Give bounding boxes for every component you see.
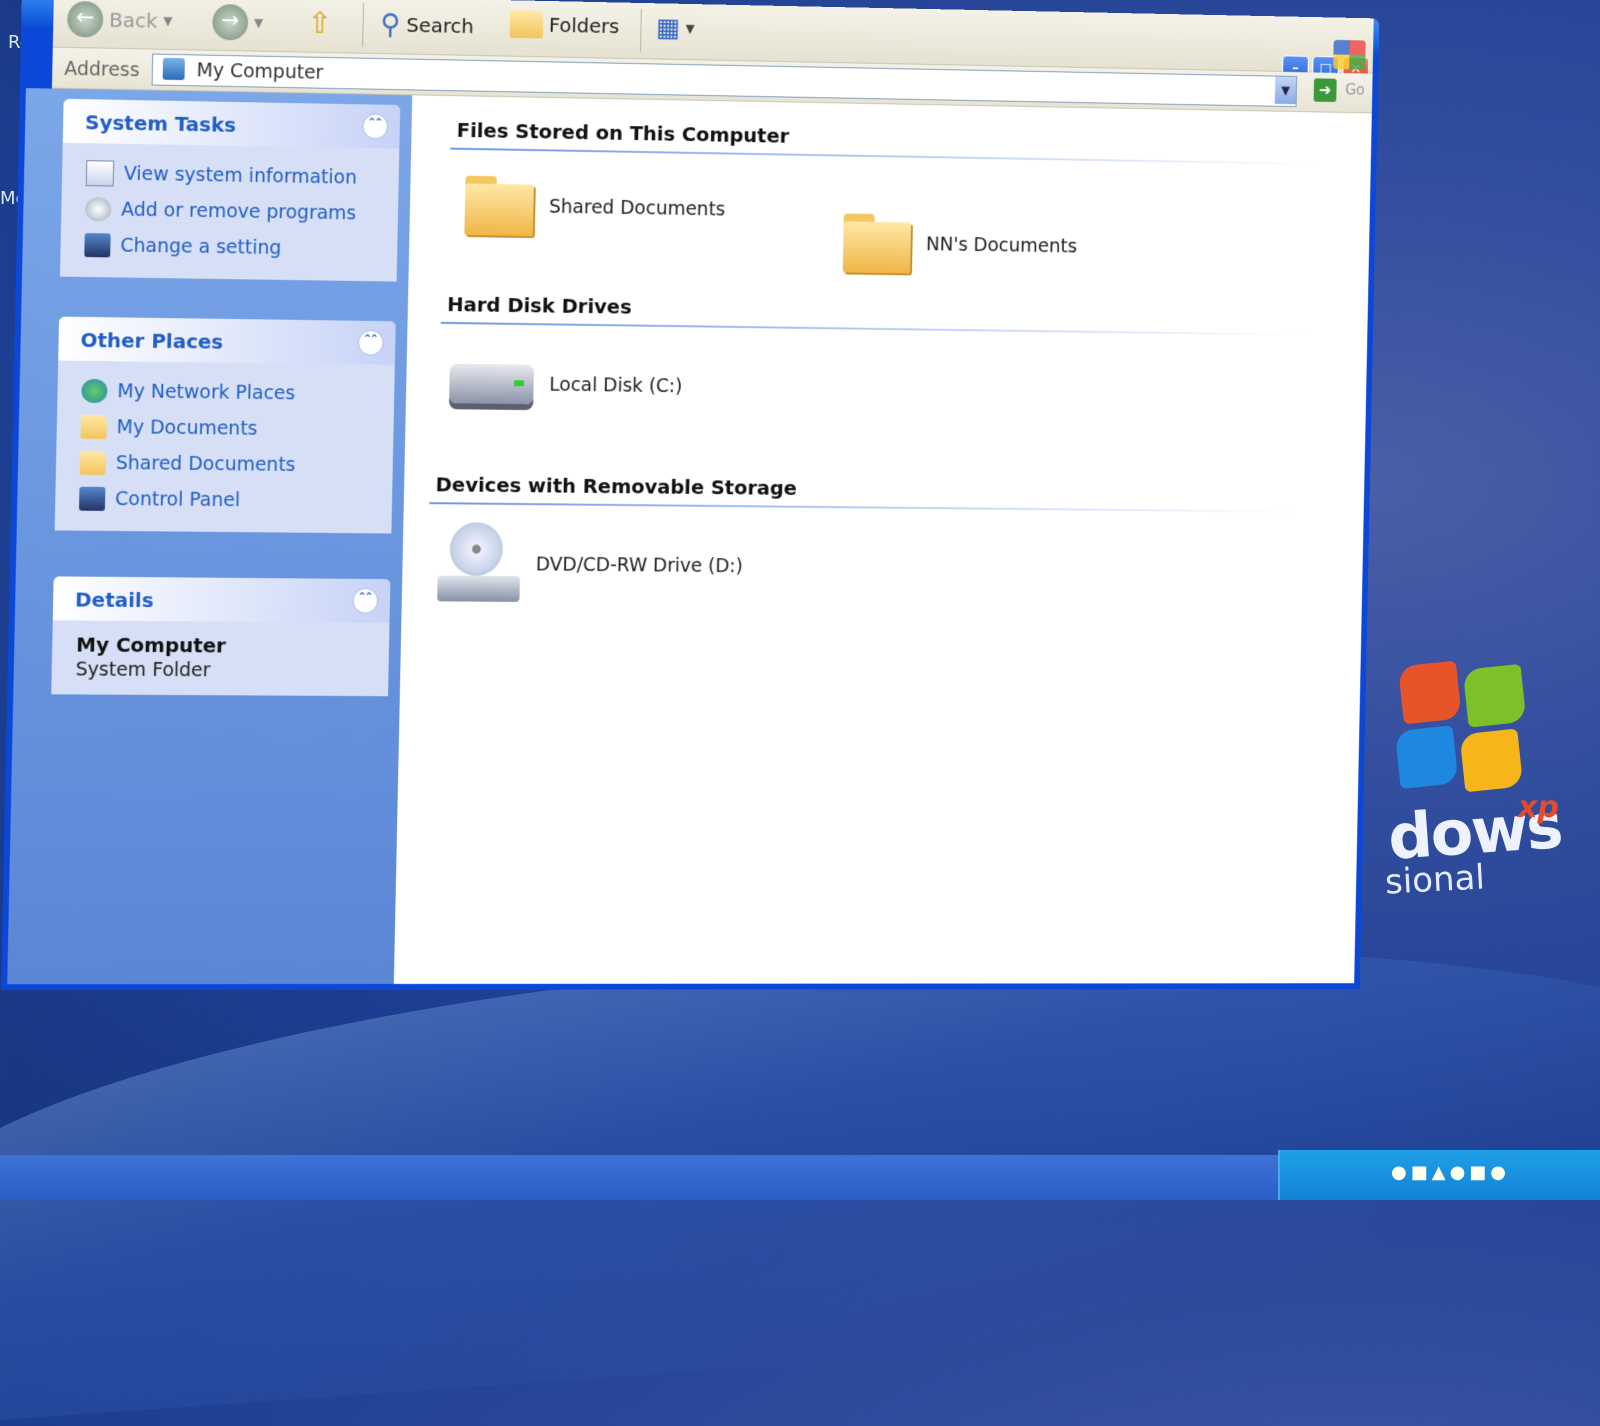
address-label: Address xyxy=(64,57,140,82)
group-header-removable-storage: Devices with Removable Storage xyxy=(435,472,798,500)
drive-item-dvd-cdrw-d[interactable]: DVD/CD-RW Drive (D:) xyxy=(437,522,744,608)
system-info-icon xyxy=(85,160,115,187)
details-item-type: System Folder xyxy=(75,658,211,682)
details-panel: Details ˆˆ My Computer System Folder xyxy=(51,576,391,697)
folders-label: Folders xyxy=(548,12,620,39)
system-tray: ●■▲●■● xyxy=(1278,1150,1600,1200)
toolbar-separator xyxy=(362,3,365,47)
views-button[interactable]: ▦ ▼ xyxy=(656,13,695,43)
group-divider xyxy=(440,321,1307,336)
item-label: Local Disk (C:) xyxy=(549,373,683,398)
other-places-title: Other Places xyxy=(80,327,224,354)
windows-throbber-icon xyxy=(1333,39,1366,70)
control-panel-icon xyxy=(78,486,106,511)
place-label: Shared Documents xyxy=(115,452,296,476)
add-remove-icon xyxy=(85,197,112,222)
item-label: Shared Documents xyxy=(548,195,726,221)
back-label: Back xyxy=(108,7,158,33)
item-label: NN's Documents xyxy=(925,233,1078,258)
folder-item-nn-documents[interactable]: NN's Documents xyxy=(843,214,1078,276)
go-arrow-icon[interactable]: ➜ xyxy=(1313,78,1337,103)
views-grid-icon: ▦ xyxy=(655,13,681,44)
views-dropdown-icon: ▼ xyxy=(685,21,695,36)
place-label: Control Panel xyxy=(114,488,241,512)
folders-icon xyxy=(509,10,544,39)
task-label: Change a setting xyxy=(120,234,282,259)
system-tasks-header[interactable]: System Tasks ˆˆ xyxy=(62,98,401,149)
place-control-panel[interactable]: Control Panel xyxy=(78,481,375,520)
task-pane: System Tasks ˆˆ View system information … xyxy=(7,88,413,985)
file-list-view: Files Stored on This Computer Shared Doc… xyxy=(393,95,1372,984)
control-panel-icon xyxy=(84,233,111,258)
folder-icon xyxy=(79,450,107,475)
folder-icon xyxy=(843,214,912,274)
search-icon: ⚲ xyxy=(379,7,401,41)
system-tasks-panel: System Tasks ˆˆ View system information … xyxy=(59,98,401,282)
group-header-files-stored: Files Stored on This Computer xyxy=(456,118,790,148)
network-places-icon xyxy=(81,378,108,404)
collapse-chevron-icon[interactable]: ˆˆ xyxy=(357,329,384,356)
toolbar-separator xyxy=(639,8,642,53)
task-label: View system information xyxy=(123,162,358,189)
other-places-panel: Other Places ˆˆ My Network Places My Doc… xyxy=(54,316,396,534)
collapse-chevron-icon[interactable]: ˆˆ xyxy=(362,113,389,140)
back-dropdown-icon[interactable]: ▼ xyxy=(163,14,172,28)
folder-item-shared-documents[interactable]: Shared Documents xyxy=(464,176,726,240)
windows-flag-logo-icon xyxy=(1388,653,1542,807)
search-label: Search xyxy=(406,12,475,38)
back-arrow-icon: ← xyxy=(66,0,104,38)
windows-brand-edition: sional xyxy=(1384,857,1486,903)
other-places-header[interactable]: Other Places ˆˆ xyxy=(58,316,396,365)
task-change-setting[interactable]: Change a setting xyxy=(84,227,380,267)
address-dropdown-icon[interactable]: ▼ xyxy=(1274,76,1297,105)
system-tasks-title: System Tasks xyxy=(84,110,237,137)
place-my-network-places[interactable]: My Network Places xyxy=(81,373,377,412)
windows-brand-xp: xp xyxy=(1518,790,1559,825)
place-label: My Network Places xyxy=(117,380,296,405)
item-label: DVD/CD-RW Drive (D:) xyxy=(535,553,744,578)
details-item-name: My Computer xyxy=(75,632,227,658)
place-label: My Documents xyxy=(116,416,258,440)
place-my-documents[interactable]: My Documents xyxy=(80,409,376,448)
dvd-drive-icon xyxy=(437,522,521,606)
forward-button[interactable]: → ▼ xyxy=(212,3,263,41)
task-add-remove-programs[interactable]: Add or remove programs xyxy=(85,191,381,232)
explorer-window: ← Back ▼ → ▼ ⇧ ⚲ Search Folders ▦ ▼ – □ … xyxy=(1,0,1380,991)
tray-status-icons[interactable]: ●■▲●■● xyxy=(1391,1162,1510,1183)
my-computer-icon xyxy=(162,57,185,81)
up-folder-button[interactable]: ⇧ xyxy=(307,6,333,41)
go-button-label[interactable]: Go xyxy=(1345,81,1365,99)
hard-disk-icon xyxy=(449,363,535,405)
folder-icon xyxy=(80,414,107,440)
task-label: Add or remove programs xyxy=(120,198,357,225)
group-divider xyxy=(429,502,1296,513)
address-value[interactable]: My Computer xyxy=(196,59,323,83)
group-divider xyxy=(450,147,1317,165)
up-folder-icon: ⇧ xyxy=(307,5,333,42)
drive-item-local-disk-c[interactable]: Local Disk (C:) xyxy=(449,363,683,406)
details-header[interactable]: Details ˆˆ xyxy=(52,576,391,623)
forward-arrow-icon: → xyxy=(212,3,249,41)
details-title: Details xyxy=(74,587,154,613)
search-button[interactable]: ⚲ Search xyxy=(380,7,474,42)
folder-icon xyxy=(464,176,534,236)
group-header-hard-disk-drives: Hard Disk Drives xyxy=(446,292,632,319)
forward-dropdown-icon[interactable]: ▼ xyxy=(254,16,263,30)
back-button[interactable]: ← Back ▼ xyxy=(66,0,173,39)
task-view-system-info[interactable]: View system information xyxy=(85,155,382,196)
place-shared-documents[interactable]: Shared Documents xyxy=(79,445,376,484)
collapse-chevron-icon[interactable]: ˆˆ xyxy=(352,587,379,614)
folders-button[interactable]: Folders xyxy=(509,10,620,40)
